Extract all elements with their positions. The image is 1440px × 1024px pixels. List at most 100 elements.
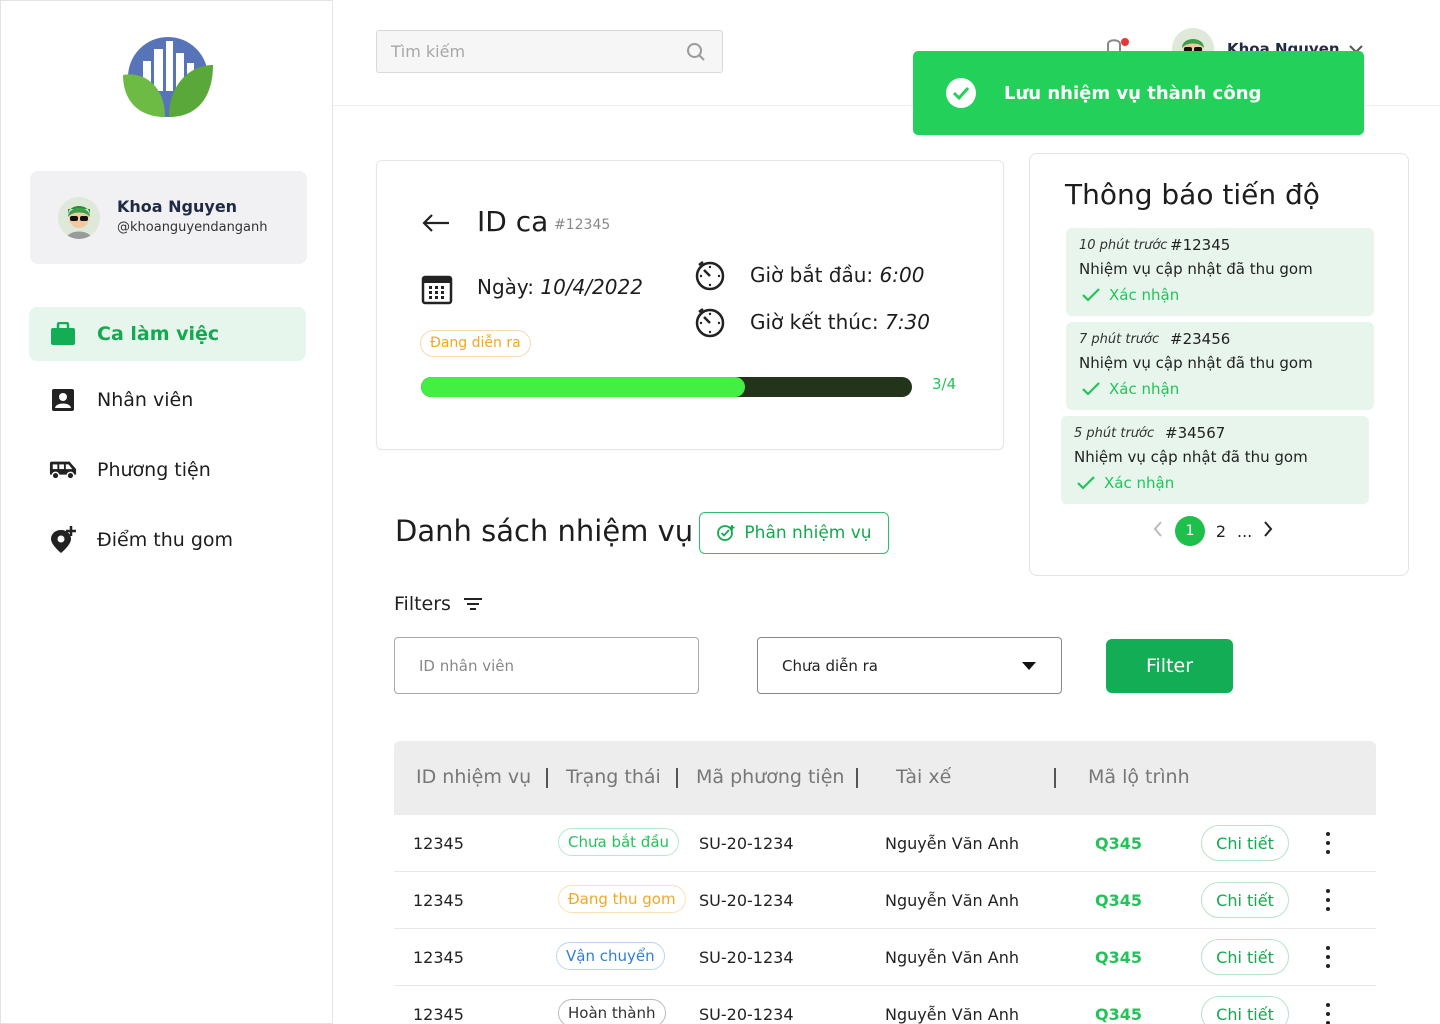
progress-fill xyxy=(421,377,746,397)
detail-button[interactable]: Chi tiết xyxy=(1201,882,1289,918)
confirm-button[interactable]: Xác nhận xyxy=(1081,286,1179,304)
shift-end-time: Giờ kết thúc: 7:30 xyxy=(750,310,930,334)
notification-id: #12345 xyxy=(1170,236,1231,254)
check-icon xyxy=(1082,288,1100,302)
filter-icon xyxy=(463,598,482,610)
shift-date-value: 10/4/2022 xyxy=(540,275,643,299)
column-divider xyxy=(676,768,678,788)
route-code-link[interactable]: Q345 xyxy=(1095,834,1142,853)
driver-cell: Nguyễn Văn Anh xyxy=(885,948,1020,967)
task-status-badge: Chưa bắt đầu xyxy=(558,828,680,856)
pagination: 1 2 ... xyxy=(1141,516,1285,546)
route-code-link[interactable]: Q345 xyxy=(1095,1005,1142,1024)
success-toast[interactable]: Lưu nhiệm vụ thành công xyxy=(913,51,1364,135)
task-id-cell: 12345 xyxy=(413,834,464,853)
task-status-badge: Hoàn thành xyxy=(558,999,666,1024)
progress-notifications-panel: Thông báo tiến độ 10 phút trước #12345 N… xyxy=(1029,153,1409,576)
task-id-cell: 12345 xyxy=(413,1005,464,1024)
shift-start-value: 6:00 xyxy=(879,263,925,287)
table-row[interactable]: 12345 Chưa bắt đầu SU-20-1234 Nguyễn Văn… xyxy=(394,815,1376,872)
assign-task-button[interactable]: Phân nhiệm vụ xyxy=(699,512,889,554)
more-options-icon[interactable] xyxy=(1320,946,1336,968)
sidebar-item-label: Nhân viên xyxy=(97,389,194,411)
column-header[interactable]: ID nhiệm vụ xyxy=(416,766,531,788)
shift-id: #12345 xyxy=(554,217,611,233)
sidebar-item-shifts[interactable]: Ca làm việc xyxy=(29,307,306,361)
column-header[interactable]: Mã lộ trình xyxy=(1088,766,1190,788)
search-icon[interactable] xyxy=(686,42,706,62)
driver-cell: Nguyễn Văn Anh xyxy=(885,1005,1020,1024)
notification-item: 10 phút trước #12345 Nhiệm vụ cập nhật đ… xyxy=(1066,228,1374,316)
notifications-title: Thông báo tiến độ xyxy=(1065,178,1320,211)
contact-card-icon xyxy=(49,386,77,414)
shift-title: ID ca xyxy=(477,205,549,238)
sidebar-item-label: Điểm thu gom xyxy=(97,529,234,551)
table-row[interactable]: 12345 Đang thu gom SU-20-1234 Nguyễn Văn… xyxy=(394,872,1376,929)
confirm-button[interactable]: Xác nhận xyxy=(1076,474,1174,492)
table-row[interactable]: 12345 Vận chuyển SU-20-1234 Nguyễn Văn A… xyxy=(394,929,1376,986)
route-code-link[interactable]: Q345 xyxy=(1095,891,1142,910)
sidebar-item-vehicles[interactable]: Phương tiện xyxy=(29,443,306,497)
notification-item: 7 phút trước #23456 Nhiệm vụ cập nhật đã… xyxy=(1066,322,1374,410)
shift-progress-bar xyxy=(421,377,912,397)
chevron-right-icon[interactable] xyxy=(1251,520,1285,542)
briefcase-icon xyxy=(49,320,77,348)
profile-handle: @khoanguyendanganh xyxy=(117,220,268,235)
more-options-icon[interactable] xyxy=(1320,889,1336,911)
task-add-icon xyxy=(717,525,735,541)
status-select[interactable]: Chưa diễn ra xyxy=(757,637,1062,694)
confirm-button[interactable]: Xác nhận xyxy=(1081,380,1179,398)
detail-button[interactable]: Chi tiết xyxy=(1201,825,1289,861)
sidebar-item-label: Phương tiện xyxy=(97,459,211,481)
table-row[interactable]: 12345 Hoàn thành SU-20-1234 Nguyễn Văn A… xyxy=(394,986,1376,1024)
timer-icon xyxy=(695,308,725,338)
column-header[interactable]: Tài xế xyxy=(896,766,951,788)
status-select-value: Chưa diễn ra xyxy=(782,656,878,675)
notification-id: #23456 xyxy=(1170,330,1231,348)
task-table: ID nhiệm vụ Trạng thái Mã phương tiện Tà… xyxy=(394,741,1376,1024)
employee-id-input[interactable] xyxy=(394,637,699,694)
task-id-cell: 12345 xyxy=(413,948,464,967)
shift-info-card: ID ca #12345 Ngày: 10/4/2022 Giờ bắt đầu… xyxy=(376,160,1004,450)
van-icon xyxy=(49,456,77,484)
route-code-link[interactable]: Q345 xyxy=(1095,948,1142,967)
column-header[interactable]: Mã phương tiện xyxy=(696,766,844,788)
column-header[interactable]: Trạng thái xyxy=(566,766,661,788)
check-circle-icon xyxy=(946,78,976,108)
pagination-ellipsis: ... xyxy=(1237,521,1253,541)
caret-down-icon xyxy=(1022,661,1036,670)
filter-button[interactable]: Filter xyxy=(1106,639,1233,693)
shift-status-badge: Đang diễn ra xyxy=(420,330,531,357)
avatar xyxy=(58,197,100,239)
search-input[interactable] xyxy=(377,31,677,72)
calendar-icon xyxy=(421,275,453,305)
sidebar: Khoa Nguyen @khoanguyendanganh Ca làm vi… xyxy=(0,0,333,1024)
page-2-button[interactable]: 2 xyxy=(1205,522,1237,541)
notification-item: 5 phút trước #34567 Nhiệm vụ cập nhật đã… xyxy=(1061,416,1369,504)
sidebar-item-employees[interactable]: Nhân viên xyxy=(29,373,306,427)
filters-label[interactable]: Filters xyxy=(394,593,483,615)
page-1-button[interactable]: 1 xyxy=(1175,516,1205,546)
profile-card[interactable]: Khoa Nguyen @khoanguyendanganh xyxy=(30,171,307,264)
notification-time: 5 phút trước xyxy=(1074,426,1155,441)
chevron-left-icon[interactable] xyxy=(1141,520,1175,542)
back-arrow-icon[interactable] xyxy=(421,213,451,233)
check-icon xyxy=(1077,476,1095,490)
notification-message: Nhiệm vụ cập nhật đã thu gom xyxy=(1079,260,1313,278)
toast-message: Lưu nhiệm vụ thành công xyxy=(1004,82,1262,104)
more-options-icon[interactable] xyxy=(1320,1003,1336,1024)
sidebar-item-collection-points[interactable]: Điểm thu gom xyxy=(29,513,306,567)
shift-start-time: Giờ bắt đầu: 6:00 xyxy=(750,263,925,287)
check-icon xyxy=(1082,382,1100,396)
search-bar xyxy=(376,30,723,73)
task-id-cell: 12345 xyxy=(413,891,464,910)
table-header: ID nhiệm vụ Trạng thái Mã phương tiện Tà… xyxy=(394,741,1376,815)
detail-button[interactable]: Chi tiết xyxy=(1201,996,1289,1024)
column-divider xyxy=(546,768,548,788)
more-options-icon[interactable] xyxy=(1320,832,1336,854)
detail-button[interactable]: Chi tiết xyxy=(1201,939,1289,975)
notification-message: Nhiệm vụ cập nhật đã thu gom xyxy=(1079,354,1313,372)
notification-id: #34567 xyxy=(1165,424,1226,442)
shift-end-value: 7:30 xyxy=(885,310,930,334)
task-list-title: Danh sách nhiệm vụ xyxy=(395,514,694,548)
